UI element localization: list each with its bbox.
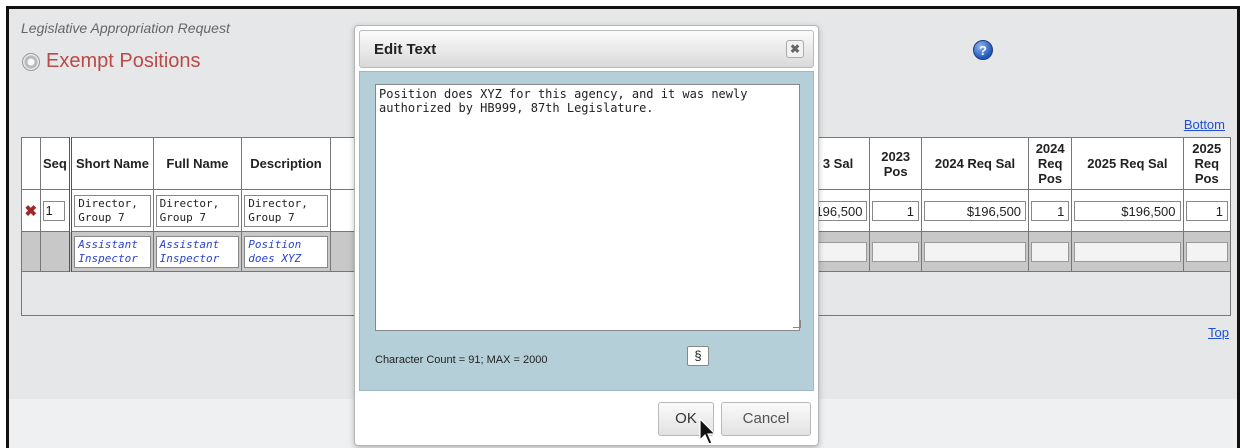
req-sal-2024-input[interactable] bbox=[923, 241, 1027, 262]
cancel-button[interactable]: Cancel bbox=[721, 402, 811, 436]
req-pos-2024-input[interactable] bbox=[1031, 241, 1070, 262]
req-pos-2025-cell: 1 bbox=[1182, 189, 1232, 232]
header-description: Description bbox=[241, 137, 331, 190]
header-2023-pos: 2023 Pos bbox=[869, 137, 922, 190]
pos-2023-input[interactable]: 1 bbox=[872, 200, 919, 221]
short-name-input[interactable]: Assistant Inspector bbox=[74, 235, 151, 268]
req-sal-2025-input[interactable] bbox=[1074, 241, 1181, 262]
req-pos-2024-input[interactable]: 1 bbox=[1031, 200, 1070, 221]
header-2025-req-pos: 2025 Req Pos bbox=[1182, 137, 1232, 190]
section-gear-icon bbox=[22, 53, 40, 71]
full-name-cell: Director, Group 7 bbox=[152, 189, 243, 232]
top-link[interactable]: Top bbox=[1208, 325, 1229, 340]
character-count: Character Count = 91; MAX = 2000 bbox=[375, 354, 548, 366]
delete-cell[interactable]: ✖ bbox=[21, 189, 41, 232]
header-2024-req-pos: 2024 Req Pos bbox=[1028, 137, 1073, 190]
mouse-pointer-icon bbox=[699, 418, 717, 445]
header-2024-req-sal: 2024 Req Sal bbox=[920, 137, 1030, 190]
req-pos-2024-cell bbox=[1028, 231, 1073, 272]
description-cell: Position does XYZ bbox=[241, 231, 331, 272]
req-pos-2025-cell bbox=[1182, 231, 1232, 272]
description-cell: Director, Group 7 bbox=[241, 189, 331, 232]
section-title: Exempt Positions bbox=[46, 50, 201, 72]
req-sal-2025-cell: $196,500 bbox=[1071, 189, 1184, 232]
help-icon[interactable]: ? bbox=[973, 40, 993, 60]
header-short-name: Short Name bbox=[69, 137, 154, 190]
short-name-cell: Assistant Inspector bbox=[69, 231, 154, 272]
short-name-cell: Director, Group 7 bbox=[69, 189, 154, 232]
req-pos-2024-cell: 1 bbox=[1028, 189, 1073, 232]
req-sal-2025-cell bbox=[1071, 231, 1184, 272]
req-pos-2025-input[interactable]: 1 bbox=[1185, 200, 1228, 221]
close-icon[interactable]: ✖ bbox=[786, 40, 804, 58]
seq-cell: 1 bbox=[39, 189, 72, 232]
full-name-input[interactable]: Assistant Inspector bbox=[155, 235, 240, 268]
description-input[interactable]: Director, Group 7 bbox=[244, 194, 328, 227]
req-sal-2025-input[interactable]: $196,500 bbox=[1074, 200, 1181, 221]
pos-2023-cell bbox=[869, 231, 922, 272]
resize-grip-icon[interactable] bbox=[793, 320, 801, 328]
req-sal-2024-input[interactable]: $196,500 bbox=[923, 200, 1027, 221]
seq-cell bbox=[39, 231, 72, 272]
header-2025-req-sal: 2025 Req Sal bbox=[1071, 137, 1184, 190]
header-full-name: Full Name bbox=[152, 137, 243, 190]
req-pos-2025-input[interactable] bbox=[1185, 241, 1228, 262]
header-seq: Seq bbox=[39, 137, 72, 190]
pos-2023-input[interactable] bbox=[872, 241, 919, 262]
seq-input[interactable]: 1 bbox=[42, 200, 65, 221]
full-name-input[interactable]: Director, Group 7 bbox=[155, 194, 240, 227]
section-symbol-button[interactable]: § bbox=[687, 346, 709, 366]
req-sal-2024-cell: $196,500 bbox=[920, 189, 1030, 232]
full-name-cell: Assistant Inspector bbox=[152, 231, 243, 272]
bottom-link[interactable]: Bottom bbox=[1184, 117, 1225, 132]
edit-text-dialog: Edit Text ✖ Position does XYZ for this a… bbox=[354, 25, 819, 446]
action-cell bbox=[21, 231, 41, 272]
edit-textarea[interactable]: Position does XYZ for this agency, and i… bbox=[375, 84, 800, 331]
short-name-input[interactable]: Director, Group 7 bbox=[74, 194, 151, 227]
dialog-title: Edit Text bbox=[374, 41, 437, 58]
delete-x-icon[interactable]: ✖ bbox=[24, 203, 37, 220]
dialog-body: Position does XYZ for this agency, and i… bbox=[359, 71, 814, 391]
pos-2023-cell: 1 bbox=[869, 189, 922, 232]
app-subtitle: Legislative Appropriation Request bbox=[21, 20, 230, 36]
dialog-footer: OK Cancel bbox=[359, 394, 814, 444]
dialog-header[interactable]: Edit Text ✖ bbox=[359, 30, 814, 68]
header-action bbox=[21, 137, 41, 190]
description-input[interactable]: Position does XYZ bbox=[244, 235, 328, 268]
req-sal-2024-cell bbox=[920, 231, 1030, 272]
